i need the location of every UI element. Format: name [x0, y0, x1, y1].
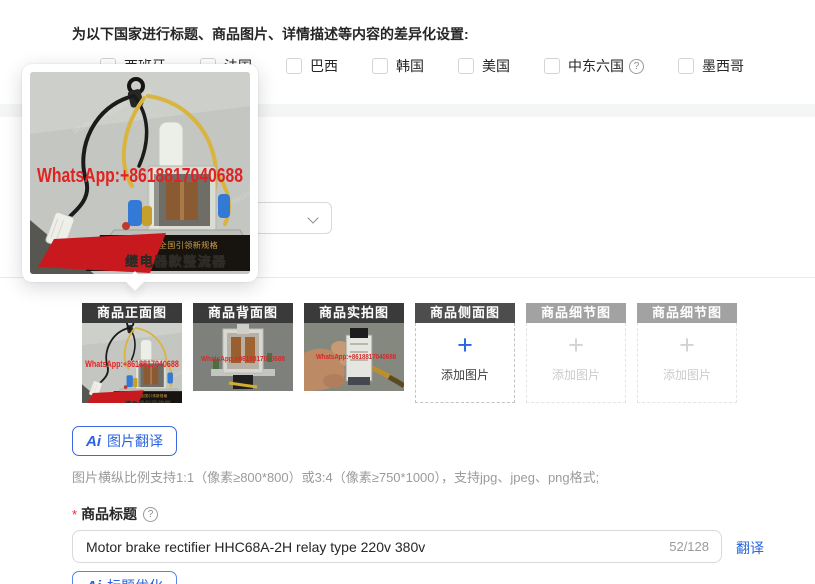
checkbox[interactable]: [286, 58, 302, 74]
checkbox[interactable]: [458, 58, 474, 74]
chevron-down-icon: [307, 212, 319, 224]
country-option-mexico[interactable]: 墨西哥: [678, 56, 744, 76]
product-real-shot-thumbnail[interactable]: WhatsApp:+8618817040688: [304, 323, 404, 403]
upload-dropzone[interactable]: + 添加图片: [415, 323, 515, 403]
ai-image-translate-button[interactable]: Ai 图片翻译: [72, 426, 177, 456]
question-circle-icon[interactable]: ?: [143, 506, 159, 522]
image-slot-real-shot[interactable]: 商品实拍图 WhatsApp:+8618817040688: [304, 303, 404, 403]
upload-slot-side-view[interactable]: 商品侧面图 + 添加图片: [415, 303, 515, 403]
plus-icon: +: [568, 330, 584, 360]
add-image-label: 添加图片: [551, 368, 600, 382]
image-slot-front[interactable]: 商品正面图: [82, 303, 182, 403]
popup-pointer-arrow: [125, 271, 145, 291]
plus-icon: +: [679, 330, 695, 360]
ai-logo-icon: Ai: [86, 432, 101, 450]
slot-header: 商品实拍图: [304, 303, 404, 323]
upload-slot-detail-2: 商品细节图 + 添加图片: [637, 303, 737, 403]
country-label: 墨西哥: [702, 58, 744, 74]
country-option-brazil[interactable]: 巴西: [286, 56, 338, 76]
required-asterisk: *: [72, 506, 78, 522]
char-counter: 52/128: [669, 539, 709, 554]
product-front-photo-preview: [30, 72, 250, 274]
svg-text:WhatsApp:+8618817040688: WhatsApp:+8618817040688: [316, 354, 396, 361]
svg-text:WhatsApp:+8618817040688: WhatsApp:+8618817040688: [201, 356, 285, 363]
product-back-thumbnail[interactable]: WhatsApp:+8618817040688: [193, 323, 293, 403]
translate-link[interactable]: 翻译: [736, 538, 764, 558]
upload-dropzone-disabled: + 添加图片: [526, 323, 626, 403]
question-circle-icon[interactable]: ?: [629, 58, 644, 74]
country-label: 韩国: [396, 58, 424, 74]
checkbox[interactable]: [678, 58, 694, 74]
upload-dropzone-disabled: + 添加图片: [637, 323, 737, 403]
plus-icon: +: [457, 330, 473, 360]
product-title-label-row: * 商品标题 ?: [72, 504, 159, 524]
page: 为以下国家进行标题、商品图片、详情描述等内容的差异化设置: 西班牙 法国 巴西 …: [0, 0, 815, 584]
checkbox[interactable]: [372, 58, 388, 74]
country-option-middle-east[interactable]: 中东六国 ?: [544, 56, 644, 76]
slot-header: 商品细节图: [637, 303, 737, 323]
bottom-button-label: 标题优化: [107, 576, 163, 584]
product-image-slots: 商品正面图 商品背面图 WhatsApp:+8618817040688 商品实拍…: [82, 303, 737, 403]
slot-header: 商品侧面图: [415, 303, 515, 323]
slot-header: 商品正面图: [82, 303, 182, 323]
checkbox[interactable]: [544, 58, 560, 74]
ai-title-optimize-button[interactable]: Ai 标题优化: [72, 571, 177, 584]
image-requirements-hint: 图片横纵比例支持1:1（像素≥800*800）或3:4（像素≥750*1000）…: [72, 470, 600, 485]
country-option-korea[interactable]: 韩国: [372, 56, 424, 76]
product-front-thumbnail[interactable]: [82, 323, 182, 403]
add-image-label: 添加图片: [662, 368, 711, 382]
upload-slot-detail-1: 商品细节图 + 添加图片: [526, 303, 626, 403]
image-slot-back[interactable]: 商品背面图 WhatsApp:+8618817040688: [193, 303, 293, 403]
country-label: 巴西: [310, 58, 338, 74]
image-preview-popup: [22, 64, 258, 291]
product-title-label: 商品标题: [81, 506, 138, 522]
country-option-usa[interactable]: 美国: [458, 56, 510, 76]
slot-header: 商品细节图: [526, 303, 626, 323]
slot-header: 商品背面图: [193, 303, 293, 323]
section-title: 为以下国家进行标题、商品图片、详情描述等内容的差异化设置:: [72, 26, 469, 42]
ai-logo-icon: Ai: [86, 578, 101, 584]
country-label: 中东六国: [568, 58, 624, 74]
country-label: 美国: [482, 58, 510, 74]
product-title-field[interactable]: 52/128: [72, 530, 722, 563]
ai-button-label: 图片翻译: [107, 433, 163, 449]
add-image-label: 添加图片: [440, 368, 489, 382]
product-title-input[interactable]: [73, 538, 670, 555]
